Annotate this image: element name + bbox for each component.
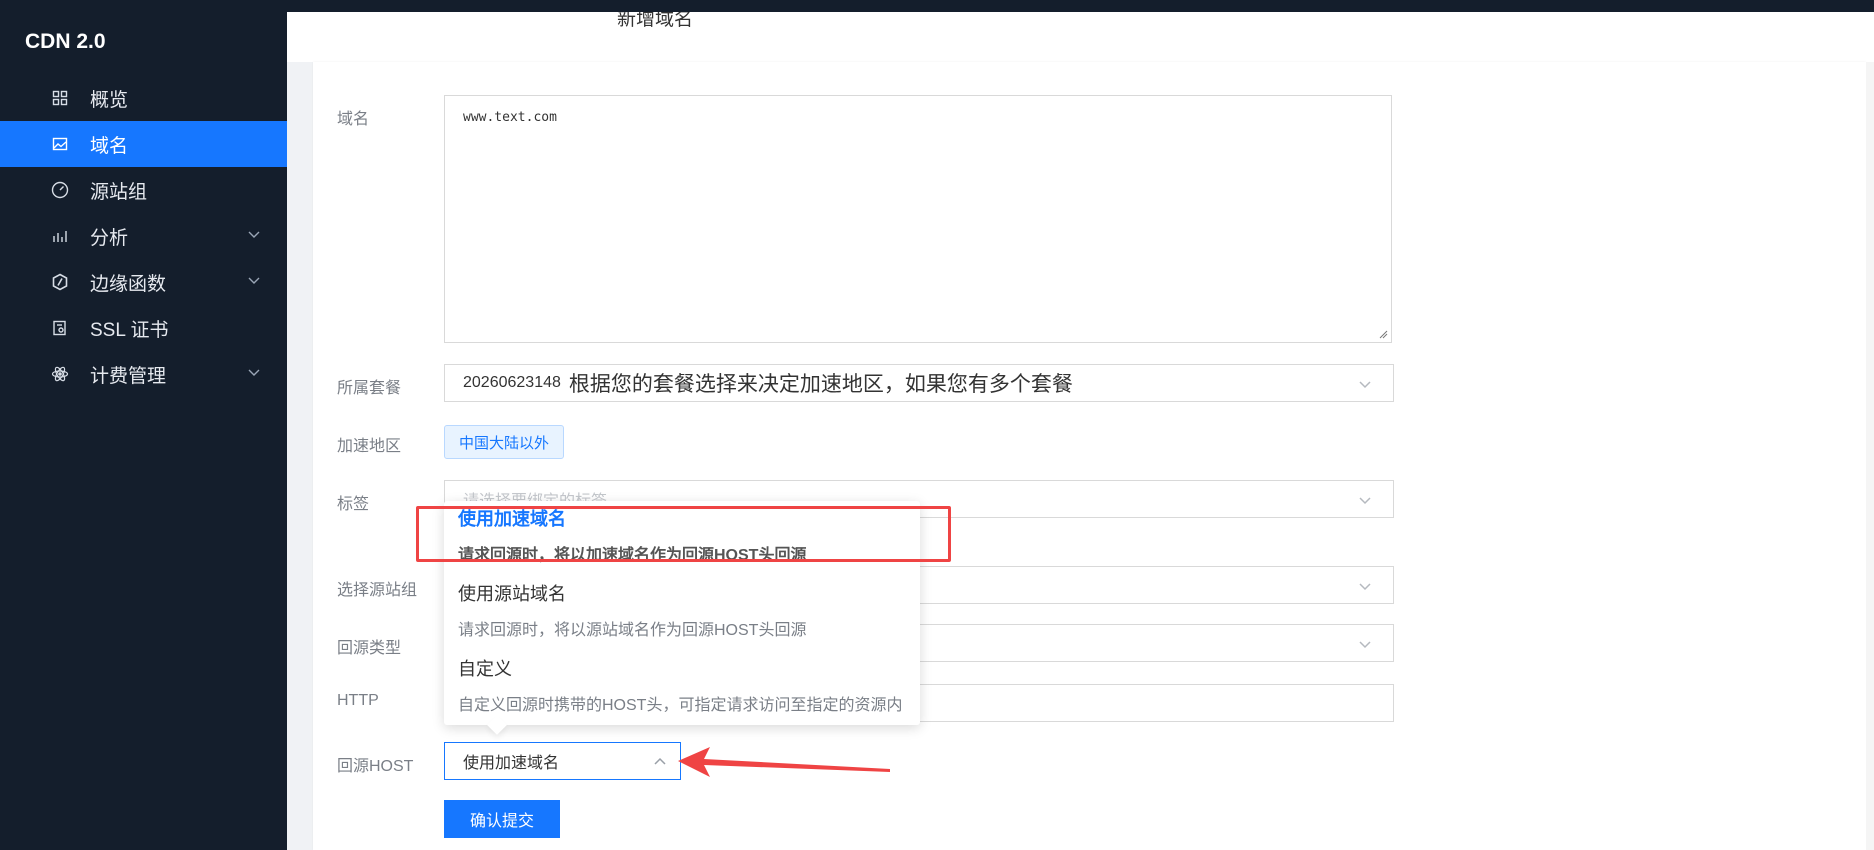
chevron-down-icon: [248, 369, 260, 376]
package-hint: 根据您的套餐选择来决定加速地区，如果您有多个套餐: [568, 373, 1073, 396]
sidebar-item-domain[interactable]: 域名: [0, 121, 287, 167]
atom-icon: [50, 364, 70, 384]
chart-icon: [50, 226, 70, 246]
chevron-down-icon: [1359, 381, 1371, 389]
sidebar-item-analysis[interactable]: 分析: [0, 213, 287, 259]
option-title: 使用源站域名: [458, 584, 566, 604]
gauge-icon: [50, 180, 70, 200]
sidebar-item-origin-group[interactable]: 源站组: [0, 167, 287, 213]
chevron-down-icon: [1359, 641, 1371, 649]
sidebar-nav: 概览 域名 源站组 分析 边缘函数 SSL 证书 计费管理: [0, 75, 287, 397]
origin-host-value: 使用加速域名: [463, 755, 560, 772]
resize-grip-icon[interactable]: [1378, 329, 1388, 339]
option-desc: 自定义回源时携带的HOST头，可指定请求访问至指定的资源内: [458, 697, 903, 714]
region-tag[interactable]: 中国大陆以外: [444, 425, 565, 459]
option-title: 自定义: [458, 659, 512, 679]
sidebar-item-edge-functions[interactable]: 边缘函数: [0, 259, 287, 305]
submit-button[interactable]: 确认提交: [444, 800, 560, 838]
sidebar-item-label: 域名: [90, 135, 129, 157]
sidebar-item-billing[interactable]: 计费管理: [0, 351, 287, 397]
scrollbar[interactable]: [1866, 62, 1874, 850]
chevron-down-icon: [1359, 583, 1371, 591]
chevron-down-icon: [1359, 497, 1371, 505]
domain-textarea[interactable]: www.text.com: [444, 95, 1392, 343]
dropdown-option-origin-domain[interactable]: 使用源站域名 请求回源时，将以源站域名作为回源HOST头回源: [458, 580, 910, 640]
origin-host-label: 回源HOST: [337, 758, 414, 775]
package-value: 20260623148: [463, 374, 561, 391]
sidebar-item-ssl-cert[interactable]: SSL 证书: [0, 305, 287, 351]
sidebar: CDN 2.0 概览 域名 源站组 分析 边缘函数 SSL 证书 计费管理: [0, 0, 287, 850]
dropdown-option-custom[interactable]: 自定义 自定义回源时携带的HOST头，可指定请求访问至指定的资源内: [458, 655, 910, 715]
sidebar-item-label: 概览: [90, 89, 129, 111]
region-label: 加速地区: [337, 438, 402, 455]
option-desc: 请求回源时，将以源站域名作为回源HOST头回源: [458, 622, 807, 639]
package-label: 所属套餐: [337, 380, 402, 397]
sidebar-item-label: 边缘函数: [90, 273, 167, 295]
grid-icon: [50, 88, 70, 108]
tags-label: 标签: [337, 496, 370, 513]
sidebar-item-label: 分析: [90, 227, 129, 249]
top-bar: [287, 0, 1874, 12]
chevron-down-icon: [248, 277, 260, 284]
domain-label: 域名: [337, 111, 370, 128]
sidebar-item-label: SSL 证书: [90, 319, 169, 341]
chevron-up-icon: [654, 757, 666, 765]
package-select[interactable]: 20260623148 根据您的套餐选择来决定加速地区，如果您有多个套餐: [444, 364, 1394, 402]
origin-host-select[interactable]: 使用加速域名: [444, 742, 681, 780]
sidebar-item-overview[interactable]: 概览: [0, 75, 287, 121]
page-header: 新增域名: [287, 9, 1874, 62]
origin-group-label: 选择源站组: [337, 582, 418, 599]
brand-logo: CDN 2.0: [25, 30, 106, 53]
hexagon-icon: [50, 272, 70, 292]
certificate-icon: [50, 318, 70, 338]
sidebar-item-label: 源站组: [90, 181, 148, 203]
http-label: HTTP: [337, 692, 379, 709]
domain-value: www.text.com: [463, 110, 557, 125]
origin-type-label: 回源类型: [337, 640, 402, 657]
annotation-arrow-icon: [678, 747, 890, 777]
highlight-box: [416, 506, 951, 562]
sidebar-item-label: 计费管理: [90, 365, 167, 387]
chevron-down-icon: [248, 231, 260, 238]
image-icon: [50, 134, 70, 154]
